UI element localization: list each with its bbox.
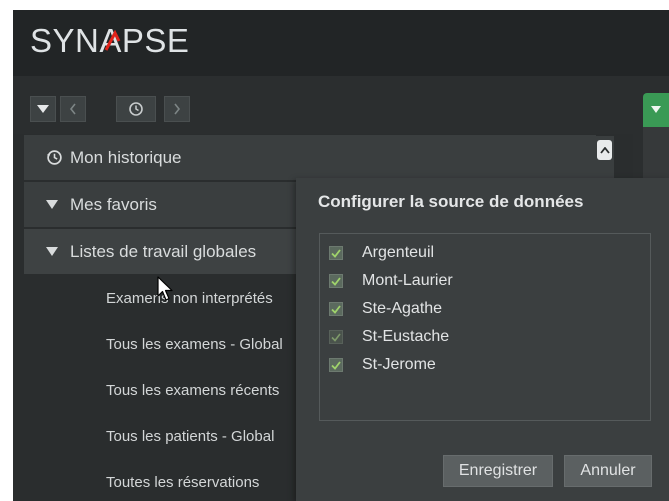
data-source-dialog: Configurer la source de données Argenteu…	[296, 178, 669, 501]
check-icon	[331, 248, 341, 258]
checkbox[interactable]	[329, 246, 343, 260]
chevron-left-icon	[69, 103, 76, 115]
worklist-item[interactable]: Tous les examens - Global	[106, 336, 283, 353]
toolbar	[13, 76, 633, 134]
check-icon	[331, 276, 341, 286]
sidebar-section-label: Mes favoris	[70, 194, 157, 214]
worklist-item[interactable]: Examens non interprétés	[106, 290, 273, 307]
scrollbar[interactable]	[594, 136, 614, 184]
source-label: Ste-Agathe	[362, 300, 443, 317]
check-icon	[331, 333, 341, 342]
triangle-down-icon	[46, 247, 70, 256]
source-label: Mont-Laurier	[362, 272, 453, 289]
checkbox[interactable]	[329, 358, 343, 372]
save-button[interactable]: Enregistrer	[443, 455, 553, 487]
sidebar-section-label: Listes de travail globales	[70, 241, 257, 261]
chevron-up-icon	[599, 146, 610, 154]
mouse-cursor-icon	[157, 276, 173, 301]
worklist-item[interactable]: Tous les examens récents	[106, 382, 279, 399]
triangle-down-icon	[37, 105, 49, 113]
source-label: St-Eustache	[362, 328, 450, 345]
source-item-st-jerome[interactable]: St-Jerome	[329, 356, 436, 374]
back-button[interactable]	[60, 96, 86, 122]
dialog-title: Configurer la source de données	[318, 192, 584, 211]
forward-button[interactable]	[164, 96, 190, 122]
scroll-up-button[interactable]	[597, 140, 612, 160]
triangle-down-icon	[46, 200, 70, 209]
source-item-st-eustache[interactable]: St-Eustache	[329, 328, 449, 346]
cancel-button[interactable]: Annuler	[564, 455, 652, 487]
checkbox[interactable]	[329, 330, 343, 344]
history-icon	[46, 149, 70, 166]
source-item-ste-agathe[interactable]: Ste-Agathe	[329, 300, 442, 318]
source-item-argenteuil[interactable]: Argenteuil	[329, 244, 434, 262]
source-item-mont-laurier[interactable]: Mont-Laurier	[329, 272, 453, 290]
source-list: Argenteuil Mont-Laurier Ste-Agathe St-Eu…	[319, 233, 651, 421]
source-label: St-Jerome	[362, 356, 436, 373]
source-label: Argenteuil	[362, 244, 435, 261]
right-panel-tab[interactable]	[643, 93, 669, 127]
triangle-down-icon	[651, 106, 661, 113]
sidebar-section-label: Mon historique	[70, 147, 182, 167]
history-button[interactable]	[116, 96, 156, 122]
chevron-right-icon	[174, 103, 181, 115]
history-icon	[129, 102, 143, 116]
sidebar-section-history[interactable]: Mon historique	[24, 135, 596, 181]
header: SYNAPSE	[13, 10, 669, 76]
worklist-item[interactable]: Toutes les réservations	[106, 474, 259, 491]
logo-accent-icon	[104, 30, 121, 51]
checkbox[interactable]	[329, 302, 343, 316]
checkbox[interactable]	[329, 274, 343, 288]
collapse-dropdown-button[interactable]	[30, 96, 56, 122]
worklist-item[interactable]: Tous les patients - Global	[106, 428, 274, 445]
check-icon	[331, 360, 341, 370]
check-icon	[331, 304, 341, 314]
